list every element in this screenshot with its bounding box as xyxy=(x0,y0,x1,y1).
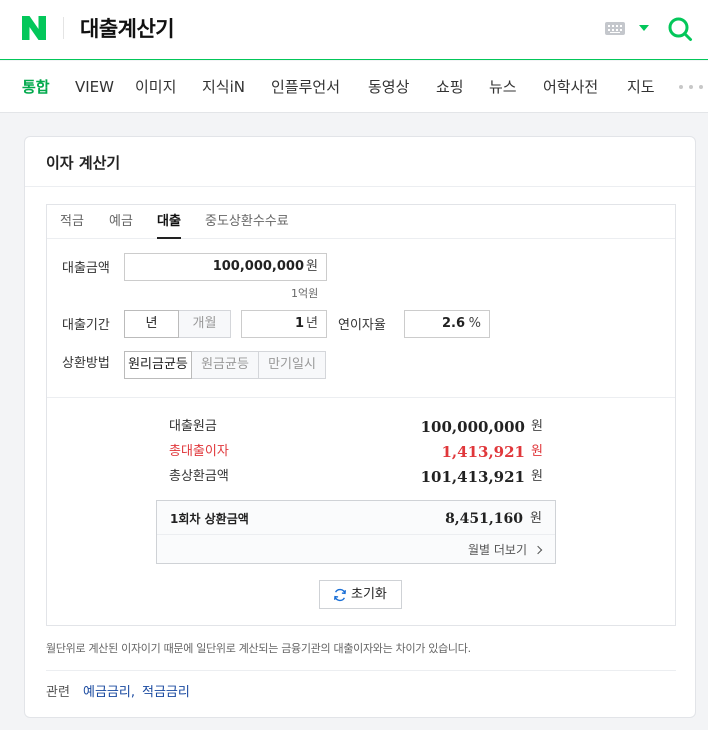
loan-period-label: 대출기간 xyxy=(62,318,110,333)
principal-unit: 원 xyxy=(531,419,543,434)
naver-logo-icon[interactable] xyxy=(22,16,46,40)
total-repayment-label: 총상환금액 xyxy=(169,469,229,484)
tab-shopping[interactable]: 쇼핑 xyxy=(436,61,464,113)
total-repayment-value: 101,413,921 xyxy=(420,468,525,486)
period-unit-year-button[interactable]: 년 xyxy=(124,310,179,338)
tab-news[interactable]: 뉴스 xyxy=(489,61,517,113)
tab-view[interactable]: VIEW xyxy=(75,61,114,113)
interest-rate-value: 2.6 xyxy=(441,316,465,331)
first-payment-value: 8,451,160 xyxy=(445,511,523,527)
refresh-icon xyxy=(334,588,346,602)
loan-amount-input[interactable]: 100,000,000 원 xyxy=(124,253,327,281)
total-interest-label: 총대출이자 xyxy=(169,444,229,459)
tab-influencer[interactable]: 인플루언서 xyxy=(271,61,340,113)
calc-tab-prepayment-fee[interactable]: 중도상환수수료 xyxy=(205,214,289,230)
divider xyxy=(46,670,676,671)
search-icon[interactable] xyxy=(667,16,693,42)
result-area: 대출원금 100,000,000 원 총대출이자 1,413,921 원 총상환… xyxy=(47,397,675,625)
calculation-notice: 월단위로 계산된 이자이기 때문에 일단위로 계산되는 금융기관의 대출이자와는… xyxy=(46,642,471,655)
principal-value: 100,000,000 xyxy=(420,418,525,436)
tab-map[interactable]: 지도 xyxy=(627,61,655,113)
period-unit-month-button[interactable]: 개월 xyxy=(178,310,231,338)
reset-button[interactable]: 초기화 xyxy=(319,580,402,609)
method-equal-principal-button[interactable]: 원금균등 xyxy=(191,351,259,379)
loan-period-unit: 년 xyxy=(306,316,318,331)
search-tabs: 통합 VIEW 이미지 지식iN 인플루언서 동영상 쇼핑 뉴스 어학사전 지도 xyxy=(0,61,708,113)
first-payment-unit: 원 xyxy=(530,511,542,526)
search-header: 대출계산기 xyxy=(0,0,708,60)
interest-rate-label: 연이자율 xyxy=(338,318,386,333)
more-tabs-icon[interactable] xyxy=(679,85,703,89)
interest-calculator-card: 이자 계산기 적금 예금 대출 중도상환수수료 대출금액 100,000,000… xyxy=(24,136,696,718)
method-equal-installment-button[interactable]: 원리금균등 xyxy=(124,351,192,379)
keyboard-icon[interactable] xyxy=(605,22,625,35)
divider xyxy=(25,186,695,187)
calc-tab-deposit[interactable]: 예금 xyxy=(109,214,133,230)
calculator-box: 적금 예금 대출 중도상환수수료 대출금액 100,000,000 원 1억원 … xyxy=(46,204,676,626)
total-interest-value: 1,413,921 xyxy=(441,443,525,461)
tab-images[interactable]: 이미지 xyxy=(135,61,176,113)
loan-amount-value: 100,000,000 xyxy=(212,259,304,274)
dropdown-triangle-icon[interactable] xyxy=(639,25,649,31)
tab-dictionary[interactable]: 어학사전 xyxy=(543,61,598,113)
search-input[interactable]: 대출계산기 xyxy=(80,14,175,44)
reset-label: 초기화 xyxy=(351,587,387,602)
related-link-deposit-rate[interactable]: 예금금리, xyxy=(83,685,135,701)
loan-period-value: 1 xyxy=(294,316,304,331)
loan-amount-unit: 원 xyxy=(306,259,318,274)
monthly-more-link[interactable]: 월별 더보기 xyxy=(468,542,527,558)
total-repayment-unit: 원 xyxy=(531,469,543,484)
tab-kin[interactable]: 지식iN xyxy=(202,61,245,113)
divider xyxy=(157,534,555,535)
calc-tab-loan[interactable]: 대출 xyxy=(157,214,181,239)
total-interest-unit: 원 xyxy=(531,444,543,459)
loan-period-input[interactable]: 1 년 xyxy=(241,310,327,338)
card-title: 이자 계산기 xyxy=(46,154,121,172)
related-link-savings-rate[interactable]: 적금금리 xyxy=(142,685,190,701)
method-bullet-button[interactable]: 만기일시 xyxy=(258,351,326,379)
loan-amount-label: 대출금액 xyxy=(62,261,110,276)
related-label: 관련 xyxy=(46,685,70,700)
header-divider xyxy=(63,17,64,39)
interest-rate-unit: % xyxy=(468,316,481,331)
calculator-tabs: 적금 예금 대출 중도상환수수료 xyxy=(47,205,675,239)
loan-amount-hint: 1억원 xyxy=(291,287,319,300)
first-payment-box: 1회차 상환금액 8,451,160 원 월별 더보기 xyxy=(156,500,556,564)
chevron-right-icon[interactable] xyxy=(533,545,543,555)
repayment-method-label: 상환방법 xyxy=(62,356,110,371)
tab-integrated[interactable]: 통합 xyxy=(22,61,50,113)
calc-tab-savings[interactable]: 적금 xyxy=(60,214,84,230)
interest-rate-input[interactable]: 2.6 % xyxy=(404,310,490,338)
first-payment-label: 1회차 상환금액 xyxy=(170,512,249,526)
tab-video[interactable]: 동영상 xyxy=(368,61,409,113)
principal-label: 대출원금 xyxy=(169,419,217,434)
